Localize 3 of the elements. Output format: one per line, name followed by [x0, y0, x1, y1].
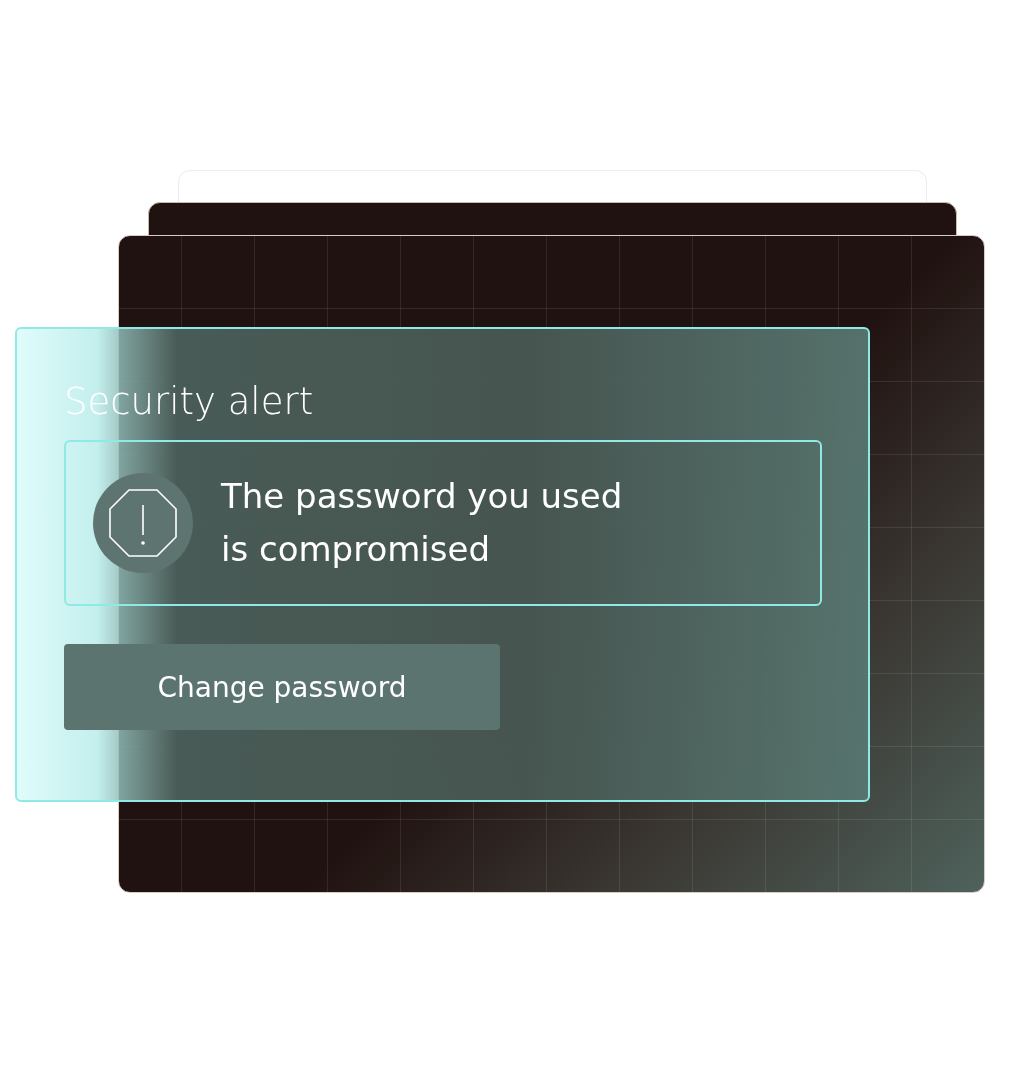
- warning-icon: [93, 473, 193, 573]
- change-password-button[interactable]: Change password: [64, 644, 500, 730]
- alert-message: The password you used is compromised: [221, 475, 624, 571]
